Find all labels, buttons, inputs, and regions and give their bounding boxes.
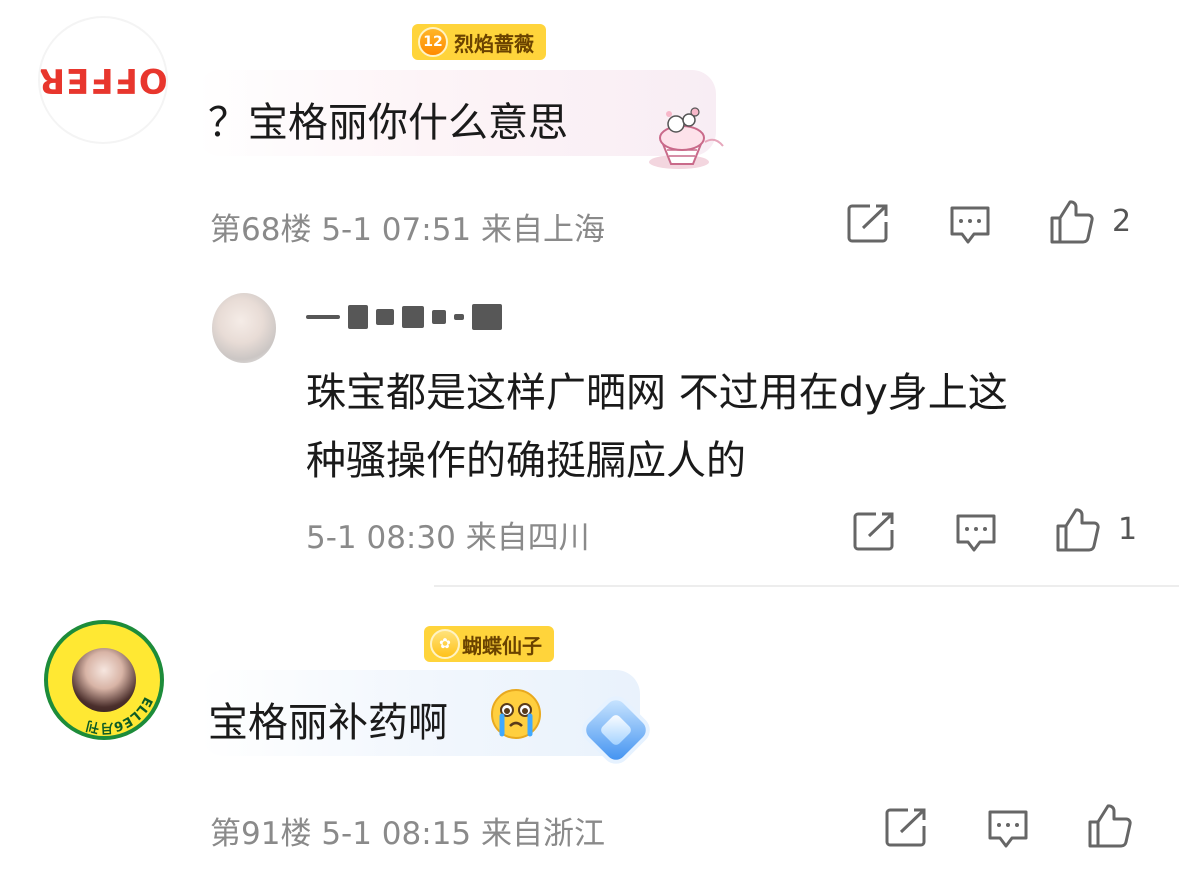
- comment-icon: [950, 206, 990, 244]
- thumbs-up-icon: [1050, 200, 1094, 244]
- fan-badge[interactable]: 12 烈焰蔷薇: [412, 24, 546, 60]
- badge-label: 烈焰蔷薇: [454, 31, 534, 56]
- reply-text-line1: 珠宝都是这样广晒网 不过用在dy身上这: [306, 370, 1008, 416]
- badge-level: 12: [418, 27, 448, 57]
- share-button[interactable]: [884, 806, 928, 848]
- like-count: 2: [1112, 204, 1132, 239]
- comment-button[interactable]: [986, 808, 1030, 850]
- reply-like-count: 1: [1118, 512, 1138, 547]
- reply-username-blurred: [306, 304, 502, 330]
- share-icon: [885, 808, 926, 847]
- reply-like-button[interactable]: [1054, 506, 1102, 554]
- reply-share-button[interactable]: [852, 510, 896, 552]
- like-button[interactable]: [1086, 802, 1134, 850]
- comment-location: 来自上海: [481, 212, 605, 248]
- butterfly-icon: ✿: [430, 629, 460, 659]
- avatar-ring: ELLE6月刊: [85, 694, 155, 735]
- cupcake-sticker-icon: [649, 107, 724, 169]
- reply-text-line2: 种骚操作的确挺膈应人的: [306, 438, 746, 484]
- comment-button[interactable]: [948, 204, 992, 246]
- crying-emoji-icon: [491, 689, 541, 739]
- thumbs-up-icon: [1088, 804, 1132, 848]
- comment-meta: 第68楼 5-1 07:51 来自上海: [210, 204, 605, 249]
- reply-time: 5-1 08:30: [306, 520, 456, 556]
- floor-number: 第91楼: [210, 816, 312, 852]
- comment-location: 来自浙江: [481, 816, 605, 852]
- reply-location: 来自四川: [465, 520, 590, 556]
- avatar-offer[interactable]: OFFER: [38, 16, 168, 144]
- divider: [434, 585, 1179, 587]
- comment-text: ？宝格丽你什么意思: [208, 100, 568, 146]
- avatar-text: OFFER: [38, 60, 168, 100]
- like-button[interactable]: [1048, 198, 1096, 246]
- avatar-elle[interactable]: ELLE6月刊: [44, 620, 164, 740]
- comment-text: 宝格丽补药啊: [208, 700, 448, 746]
- reply-meta: 5-1 08:30 来自四川: [306, 512, 590, 557]
- comment-time: 5-1 07:51: [321, 212, 472, 248]
- thumbs-up-icon: [1056, 508, 1100, 552]
- comment-icon: [988, 810, 1028, 848]
- comment-time: 5-1 08:15: [321, 816, 472, 852]
- share-icon: [847, 204, 888, 243]
- share-button[interactable]: [846, 202, 890, 244]
- fan-badge[interactable]: ✿ 蝴蝶仙子: [424, 626, 554, 662]
- floor-number: 第68楼: [210, 212, 312, 248]
- comment-meta: 第91楼 5-1 08:15 来自浙江: [210, 808, 605, 853]
- share-icon: [853, 512, 894, 551]
- comment-icon: [956, 514, 996, 552]
- reply-avatar[interactable]: [212, 293, 276, 363]
- badge-label: 蝴蝶仙子: [462, 633, 542, 658]
- reply-comment-button[interactable]: [954, 512, 998, 554]
- svg-text:ELLE6月刊: ELLE6月刊: [85, 694, 155, 735]
